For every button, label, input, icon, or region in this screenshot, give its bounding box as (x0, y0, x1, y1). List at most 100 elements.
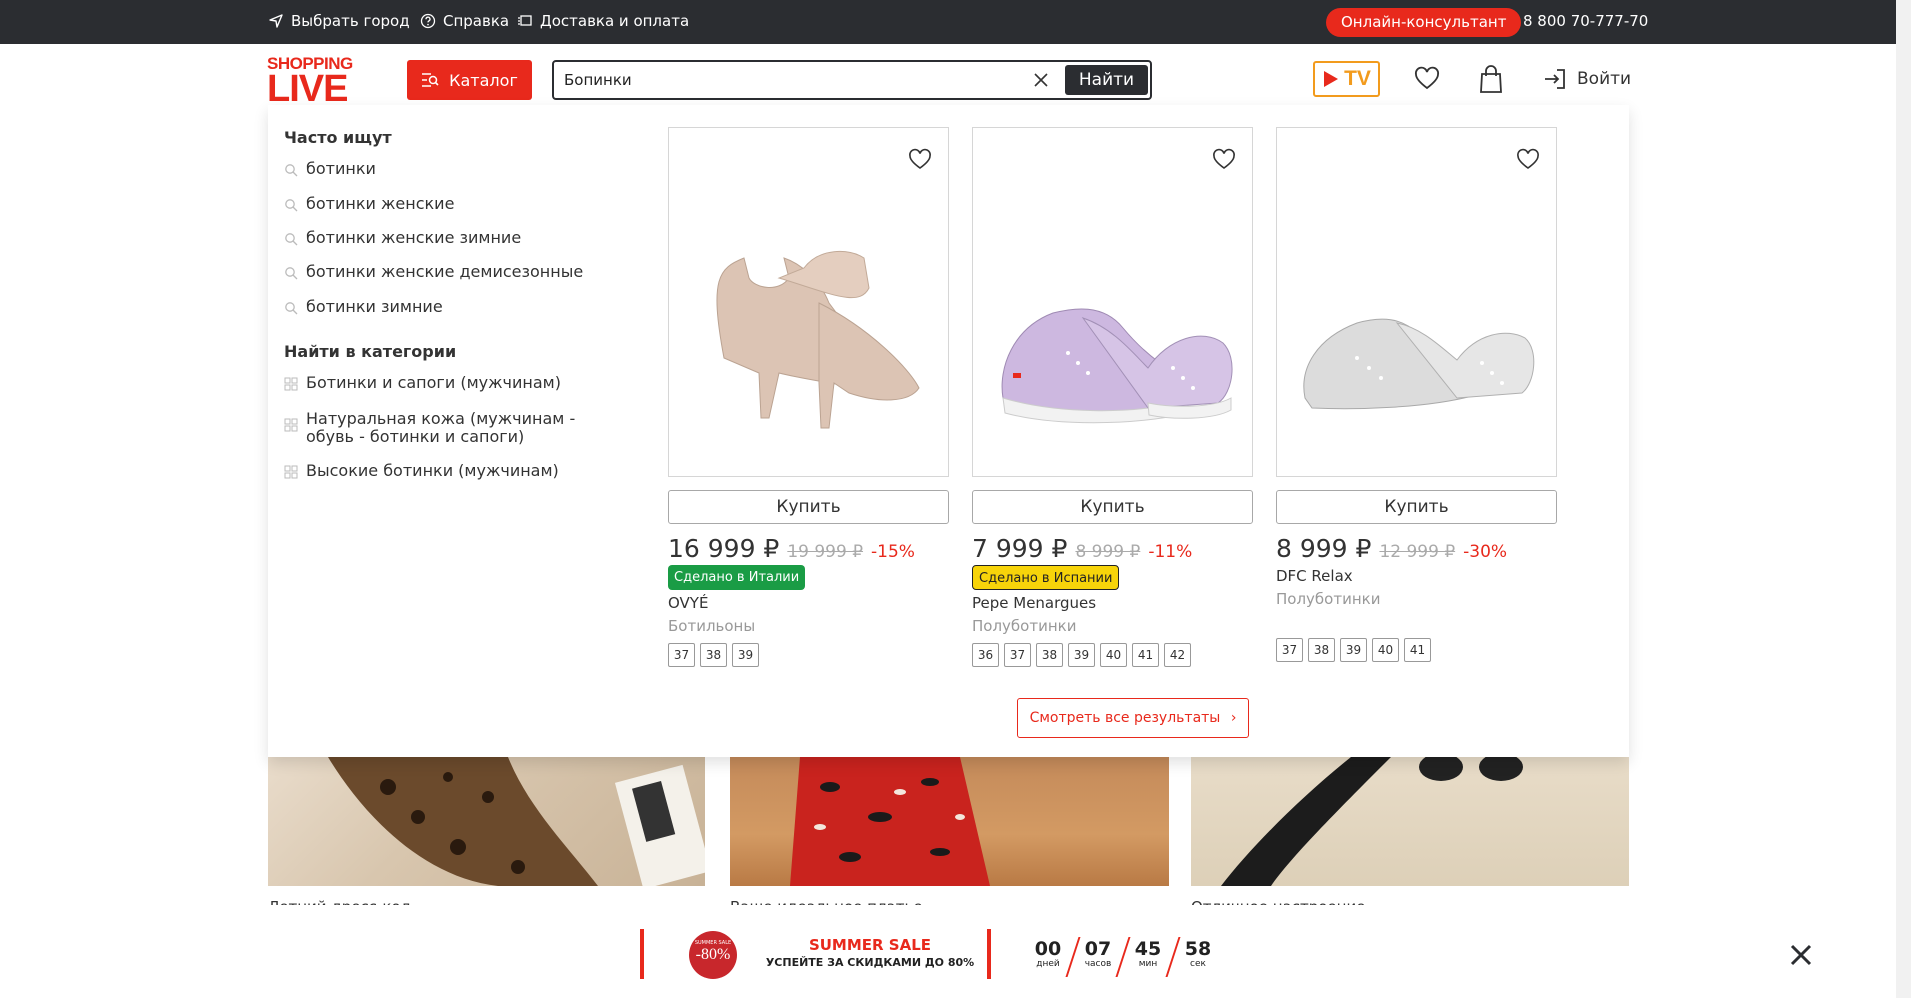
size-option[interactable]: 40 (1372, 638, 1399, 662)
size-option[interactable]: 42 (1164, 643, 1191, 667)
page-scrollbar[interactable] (1896, 0, 1911, 998)
city-select-label: Выбрать город (291, 12, 410, 30)
category-search-title: Найти в категории (284, 342, 457, 361)
countdown-minutes-value: 45 (1134, 938, 1162, 960)
frequent-search-label: ботинки женские зимние (306, 228, 522, 247)
frequent-search-item[interactable]: ботинки зимние (284, 298, 626, 316)
size-list: 36 37 38 39 40 41 42 (972, 643, 1253, 667)
product-card[interactable]: Купить 8 999 ₽ 12 999 ₽ -30% DFC Relax П… (1276, 127, 1557, 662)
banner-ideal-dress[interactable] (730, 757, 1169, 886)
favorites-heart-icon[interactable] (1414, 66, 1440, 92)
phone-number[interactable]: 8 800 70-777-70 (1523, 12, 1648, 30)
frequent-search-item[interactable]: ботинки женские демисезонные (284, 263, 626, 281)
clear-search-icon[interactable] (1032, 71, 1050, 89)
buy-button[interactable]: Купить (972, 490, 1253, 524)
buy-button[interactable]: Купить (1276, 490, 1557, 524)
price-row: 7 999 ₽ 8 999 ₽ -11% (972, 534, 1253, 563)
help-label: Справка (443, 12, 510, 30)
product-category: Ботильоны (668, 617, 756, 635)
category-item[interactable]: Натуральная кожа (мужчинам - обувь - бот… (284, 410, 616, 446)
frequent-search-label: ботинки женские (306, 194, 455, 213)
frequent-search-label: ботинки женские демисезонные (306, 262, 584, 281)
shopping-bag-icon[interactable] (1478, 64, 1504, 94)
favorite-heart-icon[interactable] (1516, 148, 1540, 172)
category-item[interactable]: Ботинки и сапоги (мужчинам) (284, 374, 626, 392)
catalog-menu-icon (422, 73, 439, 87)
countdown-minutes-label: мин (1138, 959, 1158, 969)
product-category: Полуботинки (972, 617, 1077, 635)
help-link[interactable]: Справка (420, 12, 509, 30)
size-option[interactable]: 37 (1004, 643, 1031, 667)
size-option[interactable]: 38 (700, 643, 727, 667)
old-price: 12 999 ₽ (1379, 542, 1456, 562)
top-bar: Выбрать город Справка Доставка и оплата … (0, 0, 1896, 44)
size-option[interactable]: 38 (1036, 643, 1063, 667)
red-dress-image (790, 757, 990, 886)
category-item[interactable]: Высокие ботинки (мужчинам) (284, 462, 626, 480)
banner-great-mood[interactable] (1191, 757, 1629, 886)
see-all-results-button[interactable]: Смотреть все результаты › (1017, 698, 1249, 738)
online-consultant-button[interactable]: Онлайн-консультант (1326, 8, 1522, 37)
frequent-search-item[interactable]: ботинки женские зимние (284, 229, 626, 247)
summer-sale-bar[interactable]: SUMMER SALE -80% SUMMER SALE УСПЕЙТЕ ЗА … (0, 905, 1896, 998)
search-icon (285, 267, 298, 280)
product-brand[interactable]: Pepe Menargues (972, 594, 1253, 612)
size-option[interactable]: 39 (1068, 643, 1095, 667)
current-price: 16 999 ₽ (668, 534, 780, 563)
countdown-hours-label: часов (1084, 959, 1112, 969)
category-label: Высокие ботинки (мужчинам) (306, 461, 559, 480)
size-option[interactable]: 38 (1308, 638, 1335, 662)
catalog-button[interactable]: Каталог (407, 60, 532, 100)
sale-title: SUMMER SALE (808, 936, 932, 954)
favorite-heart-icon[interactable] (1212, 148, 1236, 172)
product-image[interactable] (1276, 127, 1557, 477)
search-input[interactable] (564, 69, 1034, 91)
search-icon (285, 233, 298, 246)
shopping-live-logo[interactable]: SHOPPING LIVE (267, 55, 361, 110)
close-icon[interactable] (1788, 942, 1814, 968)
sale-circle-badge: SUMMER SALE -80% (689, 931, 737, 979)
discount-percent: -15% (871, 542, 915, 562)
product-card[interactable]: Купить 7 999 ₽ 8 999 ₽ -11% Сделано в Ис… (972, 127, 1253, 667)
origin-badge: Сделано в Италии (668, 565, 806, 590)
login-button[interactable]: Войти (1543, 67, 1631, 91)
play-icon (1324, 71, 1339, 87)
tv-button[interactable]: TV (1313, 61, 1380, 97)
countdown-days-label: дней (1036, 959, 1060, 969)
ankle-boot-image (716, 250, 920, 429)
search-suggestions-dropdown: Часто ищут ботинки ботинки женские ботин… (268, 105, 1629, 757)
size-option[interactable]: 37 (1276, 638, 1303, 662)
size-option[interactable]: 41 (1404, 638, 1431, 662)
countdown-hours: 07 часов (1078, 939, 1118, 969)
see-all-results-label: Смотреть все результаты (1029, 710, 1221, 726)
size-option[interactable]: 40 (1100, 643, 1127, 667)
logo-line2: LIVE (267, 68, 348, 110)
size-option[interactable]: 41 (1132, 643, 1159, 667)
question-circle-icon (420, 13, 436, 29)
price-row: 16 999 ₽ 19 999 ₽ -15% (668, 534, 949, 563)
shoe-sunglasses-image (1221, 757, 1523, 886)
frequent-search-item[interactable]: ботинки (284, 160, 626, 178)
countdown-days-value: 00 (1034, 938, 1062, 960)
size-option[interactable]: 37 (668, 643, 695, 667)
login-icon (1545, 69, 1565, 89)
countdown-days: 00 дней (1028, 939, 1068, 969)
product-brand[interactable]: DFC Relax (1276, 567, 1557, 585)
frequent-search-item[interactable]: ботинки женские (284, 195, 626, 213)
product-image[interactable] (972, 127, 1253, 477)
delivery-link[interactable]: Доставка и оплата (517, 12, 689, 30)
product-image[interactable] (668, 127, 949, 477)
search-submit-button[interactable]: Найти (1065, 65, 1148, 95)
size-option[interactable]: 39 (732, 643, 759, 667)
size-option[interactable]: 36 (972, 643, 999, 667)
favorite-heart-icon[interactable] (908, 148, 932, 172)
old-price: 8 999 ₽ (1075, 542, 1141, 562)
size-option[interactable]: 39 (1340, 638, 1367, 662)
product-brand[interactable]: OVYÉ (668, 594, 949, 612)
buy-button[interactable]: Купить (668, 490, 949, 524)
banner-summer-dresscode[interactable] (268, 757, 705, 886)
tv-label: TV (1344, 67, 1371, 90)
product-card[interactable]: Купить 16 999 ₽ 19 999 ₽ -15% Сделано в … (668, 127, 949, 667)
city-select-link[interactable]: Выбрать город (268, 12, 410, 30)
countdown-seconds: 58 сек (1178, 939, 1218, 969)
